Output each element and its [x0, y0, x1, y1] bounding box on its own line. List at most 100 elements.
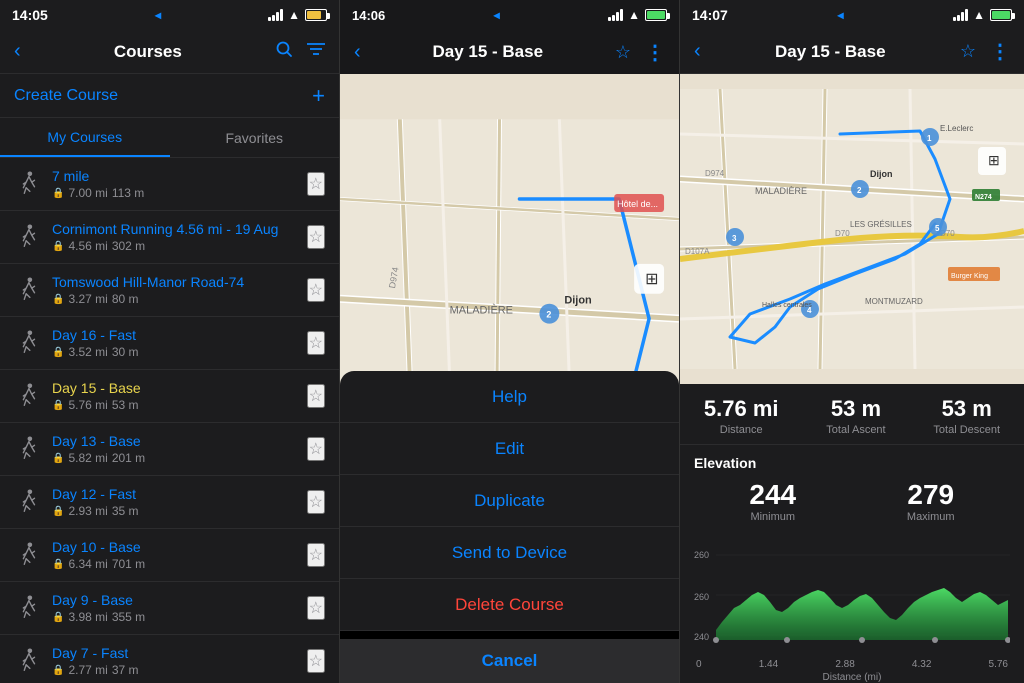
back-button-panel2[interactable]: ‹: [354, 41, 361, 64]
signal-bars: [268, 9, 283, 21]
course-meta: 🔒 4.56 mi 302 m: [52, 239, 299, 253]
course-star-button[interactable]: ☆: [307, 596, 325, 620]
course-star-button[interactable]: ☆: [307, 225, 325, 249]
tabs-bar: My Courses Favorites: [0, 118, 339, 158]
course-distance: 7.00 mi: [68, 186, 107, 200]
svg-text:Dijon: Dijon: [564, 295, 592, 307]
more-button-panel2[interactable]: ⋮: [645, 40, 665, 65]
signal-bars-3: [953, 9, 968, 21]
svg-text:MALADIÈRE: MALADIÈRE: [450, 304, 513, 317]
plus-button[interactable]: +: [312, 83, 325, 109]
course-name: Day 7 - Fast: [52, 645, 299, 661]
status-bar-panel1: 14:05 ◂ ▲: [0, 0, 339, 30]
svg-text:1: 1: [927, 134, 932, 143]
action-send-to-device[interactable]: Send to Device: [340, 527, 679, 579]
back-button-panel1[interactable]: ‹: [14, 40, 21, 63]
course-item[interactable]: Day 7 - Fast 🔒 2.77 mi 37 m ☆: [0, 635, 339, 683]
battery-icon-2: [645, 9, 667, 21]
courses-panel: 14:05 ◂ ▲ ‹ Courses: [0, 0, 340, 683]
svg-text:5: 5: [935, 224, 940, 233]
star-button-panel2[interactable]: ☆: [615, 42, 631, 63]
search-button[interactable]: [275, 40, 293, 63]
course-item[interactable]: Day 16 - Fast 🔒 3.52 mi 30 m ☆: [0, 317, 339, 370]
action-edit[interactable]: Edit: [340, 423, 679, 475]
create-course-bar[interactable]: Create Course +: [0, 74, 339, 118]
svg-text:2: 2: [546, 310, 551, 320]
star-button-panel3[interactable]: ☆: [960, 39, 976, 64]
action-sheet: Help Edit Duplicate Send to Device Delet…: [340, 371, 679, 683]
x-label-2: 2.88: [835, 659, 854, 670]
course-item[interactable]: Day 13 - Base 🔒 5.82 mi 201 m ☆: [0, 423, 339, 476]
map-header: ‹ Day 15 - Base ☆ ⋮: [340, 30, 679, 74]
course-meta: 🔒 2.93 mi 35 m: [52, 504, 299, 518]
runner-icon: [14, 329, 42, 357]
battery-icon: [305, 9, 327, 21]
tab-favorites[interactable]: Favorites: [170, 118, 340, 157]
x-label-1: 1.44: [759, 659, 778, 670]
course-item[interactable]: Day 12 - Fast 🔒 2.93 mi 35 m ☆: [0, 476, 339, 529]
detail-header-actions: ☆ ⋮: [960, 39, 1010, 64]
course-meta: 🔒 5.76 mi 53 m: [52, 398, 299, 412]
course-meta: 🔒 2.77 mi 37 m: [52, 663, 299, 677]
course-name: Day 16 - Fast: [52, 327, 299, 343]
map-title: Day 15 - Base: [432, 42, 543, 62]
filter-button[interactable]: [307, 42, 325, 61]
runner-icon: [14, 276, 42, 304]
action-cancel[interactable]: Cancel: [340, 631, 679, 683]
filter-icon: [307, 42, 325, 56]
elevation-chart: 260 260 240: [694, 535, 1010, 655]
elevation-section: Elevation 244 Minimum 279 Maximum 260 26…: [680, 445, 1024, 683]
course-star-button[interactable]: ☆: [307, 543, 325, 567]
elevation-chart-svg: 260 260 240: [694, 535, 1010, 655]
course-name: 7 mile: [52, 168, 299, 184]
action-delete-course[interactable]: Delete Course: [340, 579, 679, 631]
stat-distance-label: Distance: [704, 424, 779, 436]
course-name: Tomswood Hill-Manor Road-74: [52, 274, 299, 290]
course-item[interactable]: 7 mile 🔒 7.00 mi 113 m ☆: [0, 158, 339, 211]
status-icons-panel2: ▲: [608, 8, 667, 22]
svg-text:E.Leclerc: E.Leclerc: [940, 124, 973, 133]
elevation-max-label: Maximum: [907, 511, 955, 523]
course-star-button[interactable]: ☆: [307, 172, 325, 196]
time-panel2: 14:06: [352, 8, 385, 23]
detail-map-svg: MALADIÈRE LES GRÉSILLES MONTMUZARD D974 …: [680, 74, 1024, 384]
runner-icon: [14, 435, 42, 463]
action-duplicate[interactable]: Duplicate: [340, 475, 679, 527]
elevation-max-value: 279: [907, 479, 955, 511]
course-star-button[interactable]: ☆: [307, 649, 325, 673]
action-help[interactable]: Help: [340, 371, 679, 423]
stat-distance: 5.76 mi Distance: [704, 396, 779, 436]
detail-title: Day 15 - Base: [775, 42, 886, 62]
svg-text:N274: N274: [975, 194, 992, 201]
header-actions: [275, 40, 325, 63]
course-detail-panel: 14:07 ◂ ▲ ‹ Day 15 - Base ☆ ⋮: [680, 0, 1024, 683]
course-distance: 6.34 mi: [68, 557, 107, 571]
course-item[interactable]: Day 15 - Base 🔒 5.76 mi 53 m ☆: [0, 370, 339, 423]
lock-icon: 🔒: [52, 294, 64, 305]
courses-list: 7 mile 🔒 7.00 mi 113 m ☆ Cornimont Runni…: [0, 158, 339, 683]
course-item[interactable]: Tomswood Hill-Manor Road-74 🔒 3.27 mi 80…: [0, 264, 339, 317]
back-button-panel3[interactable]: ‹: [694, 40, 701, 63]
course-meta: 🔒 3.52 mi 30 m: [52, 345, 299, 359]
course-item[interactable]: Cornimont Running 4.56 mi - 19 Aug 🔒 4.5…: [0, 211, 339, 264]
action-sheet-overlay: Help Edit Duplicate Send to Device Delet…: [340, 371, 679, 683]
course-distance: 5.82 mi: [68, 451, 107, 465]
runner-icon: [14, 647, 42, 675]
x-label-0: 0: [696, 659, 702, 670]
course-star-button[interactable]: ☆: [307, 437, 325, 461]
svg-text:⊞: ⊞: [988, 152, 1000, 168]
course-name: Day 15 - Base: [52, 380, 299, 396]
course-item[interactable]: Day 9 - Base 🔒 3.98 mi 355 m ☆: [0, 582, 339, 635]
status-bar-panel3: 14:07 ◂ ▲: [680, 0, 1024, 30]
more-button-panel3[interactable]: ⋮: [990, 39, 1010, 64]
course-star-button[interactable]: ☆: [307, 384, 325, 408]
stat-ascent-value: 53 m: [826, 396, 885, 422]
course-star-button[interactable]: ☆: [307, 490, 325, 514]
course-star-button[interactable]: ☆: [307, 278, 325, 302]
course-star-button[interactable]: ☆: [307, 331, 325, 355]
wifi-icon-2: ▲: [628, 8, 640, 22]
course-item[interactable]: Day 10 - Base 🔒 6.34 mi 701 m ☆: [0, 529, 339, 582]
runner-icon: [14, 488, 42, 516]
wifi-icon-3: ▲: [973, 8, 985, 22]
tab-my-courses[interactable]: My Courses: [0, 118, 170, 157]
